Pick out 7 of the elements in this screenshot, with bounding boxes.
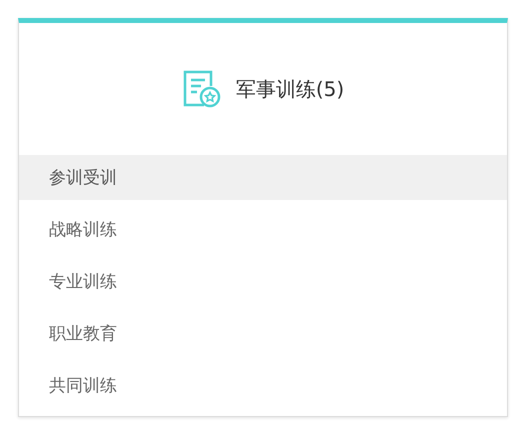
menu-item[interactable]: 共同训练	[19, 363, 507, 408]
menu-item[interactable]: 战略训练	[19, 207, 507, 252]
card-title: 军事训练(5)	[236, 76, 344, 102]
menu-item[interactable]: 参训受训	[19, 155, 507, 200]
certificate-icon	[182, 69, 222, 109]
menu-item[interactable]: 专业训练	[19, 259, 507, 304]
menu-item[interactable]: 职业教育	[19, 311, 507, 356]
